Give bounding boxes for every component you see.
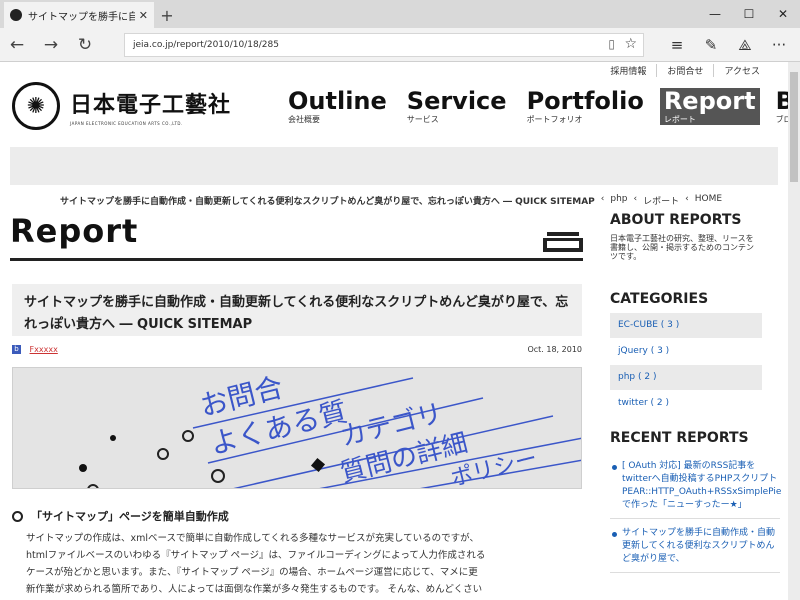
url-text: jeia.co.jp/report/2010/10/18/285 <box>133 40 279 50</box>
address-bar[interactable]: jeia.co.jp/report/2010/10/18/285 ▯ ☆ <box>124 33 644 57</box>
web-note-icon[interactable]: ✎ <box>694 28 728 62</box>
favorite-star-icon[interactable]: ☆ <box>624 36 637 52</box>
scrollbar-thumb[interactable] <box>790 72 798 182</box>
menu-report[interactable]: Report レポート <box>659 88 760 125</box>
recent-heading: RECENT REPORTS <box>610 430 749 446</box>
sidebar: ABOUT REPORTS 日本電子工藝社の研究、整理、リースを書籍し、公開・掲… <box>610 212 781 573</box>
logo-english: JAPAN ELECTRONIC EDUCATION ARTS CO.,LTD. <box>70 120 183 126</box>
post-date: Oct. 18, 2010 <box>527 345 582 354</box>
breadcrumb-sep-icon: ‹ <box>633 194 638 204</box>
window-controls: — ☐ ✕ <box>698 0 800 28</box>
recent-report-2[interactable]: サイトマップを勝手に自動作成・自動更新してくれる便利なスクリプトめんど臭がり屋で… <box>610 519 780 573</box>
forward-icon[interactable]: → <box>34 28 68 62</box>
breadcrumb-sep-icon: ‹ <box>685 194 689 204</box>
breadcrumb-report[interactable]: レポート <box>643 194 679 207</box>
maximize-icon[interactable]: ☐ <box>732 0 766 28</box>
post-body: サイトマップの作成は、xmlベースで簡単に自動作成してくれる多種なサービスが充実… <box>26 533 486 595</box>
web-page: 採用情報 お問合せ アクセス ✺ 日本電子工藝社 JAPAN ELECTRONI… <box>0 62 788 600</box>
reading-view-icon[interactable]: ▯ <box>608 37 615 51</box>
menu-service[interactable]: Service サービス <box>403 88 511 125</box>
author-tag[interactable]: Fxxxxx <box>30 345 58 354</box>
author-icon: b <box>12 345 21 354</box>
category-jquery[interactable]: jQuery ( 3 ) <box>610 339 762 364</box>
category-eccube[interactable]: EC-CUBE ( 3 ) <box>610 313 762 338</box>
hero-image: お問合 よくある質 カテゴリ 質問の詳細 ポリシー <box>12 367 582 489</box>
back-icon[interactable]: ← <box>0 28 34 62</box>
document-tray-icon <box>543 232 583 252</box>
breadcrumb-php[interactable]: php <box>610 194 627 207</box>
about-text: 日本電子工藝社の研究、整理、リースを書籍し、公開・掲示するためのコンテンツです。 <box>610 234 754 261</box>
breadcrumb-home[interactable]: HOME <box>695 194 722 207</box>
tab-title: サイトマップを勝手に自動作 <box>28 11 135 23</box>
refresh-icon[interactable]: ↻ <box>68 28 102 62</box>
title-divider <box>10 258 583 261</box>
breadcrumb-current: サイトマップを勝手に自動作成・自動更新してくれる便利なスクリプトめんど臭がり屋で… <box>60 197 595 207</box>
minimize-icon[interactable]: — <box>698 0 732 28</box>
tab-bar: サイトマップを勝手に自動作 ✕ + <box>0 0 800 28</box>
breadcrumb-sep-icon: ‹ <box>600 194 605 204</box>
browser-tab[interactable]: サイトマップを勝手に自動作 ✕ <box>4 2 154 28</box>
categories-heading: CATEGORIES <box>610 291 709 307</box>
site-logo[interactable]: ✺ 日本電子工藝社 JAPAN ELECTRONIC EDUCATION ART… <box>12 82 231 130</box>
close-window-icon[interactable]: ✕ <box>766 0 800 28</box>
company-seal-icon: ✺ <box>12 82 60 130</box>
utility-links: 採用情報 お問合せ アクセス <box>600 64 770 77</box>
category-twitter[interactable]: twitter ( 2 ) <box>610 391 762 416</box>
post-title: サイトマップを勝手に自動作成・自動更新してくれる便利なスクリプトめんど臭がり屋で… <box>12 284 582 336</box>
about-heading: ABOUT REPORTS <box>610 212 742 228</box>
page-title: Report <box>10 212 139 250</box>
heading-bullet-icon <box>12 510 23 522</box>
share-icon[interactable]: ⟁ <box>728 28 762 62</box>
post-meta: b Fxxxxx Oct. 18, 2010 <box>12 345 582 354</box>
recruit-link[interactable]: 採用情報 <box>600 64 656 77</box>
access-link[interactable]: アクセス <box>713 64 770 77</box>
menu-blog[interactable]: Blogブログ <box>772 88 788 125</box>
new-tab-button[interactable]: + <box>154 2 180 28</box>
section-heading: 「サイトマップ」ページを簡単自動作成 <box>12 508 229 524</box>
favicon-icon <box>10 9 22 21</box>
browser-right-tools: ≡ ✎ ⟁ ··· <box>660 28 796 62</box>
category-php[interactable]: php ( 2 ) <box>610 365 762 390</box>
close-tab-icon[interactable]: ✕ <box>139 9 148 22</box>
breadcrumb: サイトマップを勝手に自動作成・自動更新してくれる便利なスクリプトめんど臭がり屋で… <box>60 194 772 207</box>
more-icon[interactable]: ··· <box>762 28 796 62</box>
banner-area <box>10 147 778 185</box>
contact-link[interactable]: お問合せ <box>656 64 713 77</box>
vertical-scrollbar[interactable] <box>788 62 800 600</box>
menu-portfolio[interactable]: Portfolio ポートフォリオ <box>523 88 648 125</box>
menu-outline[interactable]: Outline 会社概要 <box>284 88 391 125</box>
logo-japanese: 日本電子工藝社 <box>70 92 232 118</box>
browser-toolbar: ← → ↻ jeia.co.jp/report/2010/10/18/285 ▯… <box>0 28 800 62</box>
hub-icon[interactable]: ≡ <box>660 28 694 62</box>
main-menu: Outline 会社概要 Service サービス Portfolio ポートフォリオ… <box>284 88 788 125</box>
recent-report-1[interactable]: [ OAuth 対応] 最新のRSS記事をtwitterへ自動投稿するPHPスク… <box>610 452 781 519</box>
